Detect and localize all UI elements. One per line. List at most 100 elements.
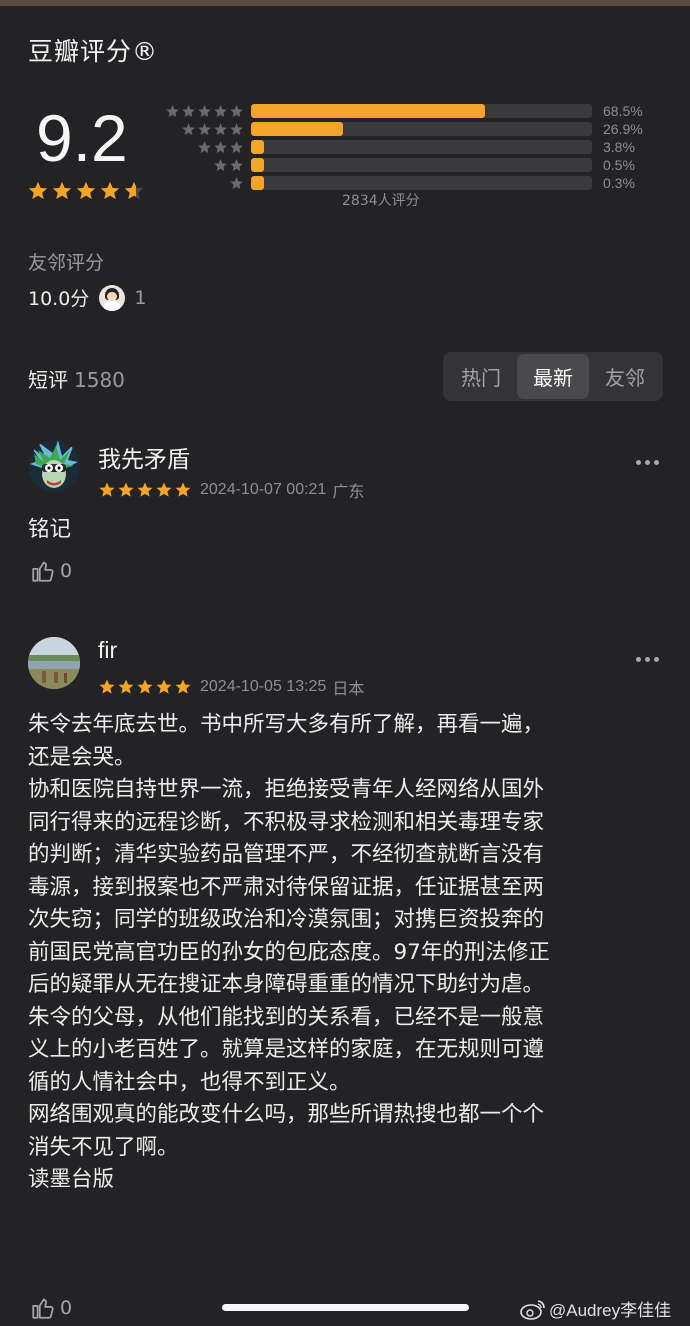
distribution-bar: [251, 122, 592, 136]
star-icon: [175, 679, 191, 694]
star-icon: [198, 122, 211, 135]
star-icon: [182, 104, 195, 117]
comment-location: 日本: [332, 681, 365, 698]
short-reviews-count: 1580: [74, 368, 125, 392]
distribution-percent: 3.8%: [603, 139, 635, 155]
weibo-icon: [520, 1299, 545, 1320]
distribution-stars: [162, 176, 244, 191]
distribution-bar-fill: [251, 140, 264, 154]
raters-count: 2834人评分: [342, 193, 420, 209]
review-sort-tabs: 热门 最新 友邻: [443, 352, 663, 401]
thumbs-up-icon: [32, 1298, 54, 1319]
comment-meta: 2024-10-07 00:21 广东: [98, 478, 364, 502]
star-icon: [118, 679, 134, 694]
star-icon: [156, 482, 172, 497]
star-icon: [198, 104, 211, 117]
star-icon: [52, 181, 72, 200]
score-stars: [27, 180, 145, 202]
distribution-percent: 68.5%: [603, 103, 643, 119]
rick-cartoon-avatar-icon[interactable]: [28, 440, 80, 492]
star-icon: [198, 140, 211, 153]
star-icon: [156, 679, 172, 694]
star-icon: [230, 176, 243, 189]
distribution-bar: [251, 176, 592, 190]
friends-rating-label: 友邻评分: [28, 252, 105, 274]
short-reviews-label: 短评: [28, 368, 68, 392]
distribution-bar: [251, 158, 592, 172]
distribution-row: 3.8%: [162, 138, 682, 156]
like-count: 0: [60, 1297, 73, 1319]
landscape-photo-avatar-icon[interactable]: [28, 637, 80, 689]
distribution-stars: [162, 122, 244, 137]
distribution-bar: [251, 140, 592, 154]
comment-stars: [98, 678, 192, 696]
distribution-percent: 0.3%: [603, 175, 635, 191]
star-icon: [76, 181, 96, 200]
rating-distribution: 68.5% 26.9% 3.8% 0.5% 0.3%: [162, 102, 682, 192]
distribution-stars: [162, 158, 244, 173]
tab-hot[interactable]: 热门: [445, 354, 517, 399]
distribution-stars: [162, 104, 244, 119]
thumbs-up-icon: [32, 561, 54, 582]
comment-author[interactable]: fir: [98, 637, 117, 664]
distribution-bar-fill: [251, 122, 343, 136]
star-icon: [100, 181, 120, 200]
like-button[interactable]: 0: [30, 1295, 72, 1321]
comment-author[interactable]: 我先矛盾: [98, 440, 190, 474]
distribution-row: 26.9%: [162, 120, 682, 138]
comment-stars: [98, 481, 192, 499]
star-icon: [230, 140, 243, 153]
distribution-row: 68.5%: [162, 102, 682, 120]
more-options-icon[interactable]: [636, 657, 659, 662]
distribution-bar-fill: [251, 104, 485, 118]
distribution-percent: 26.9%: [603, 121, 643, 137]
distribution-bar: [251, 104, 592, 118]
like-count: 0: [60, 560, 73, 582]
distribution-percent: 0.5%: [603, 157, 635, 173]
star-icon: [230, 158, 243, 171]
distribution-bar-fill: [251, 176, 264, 190]
star-icon: [124, 181, 144, 200]
like-button[interactable]: 0: [30, 558, 72, 584]
star-icon: [118, 482, 134, 497]
comment-text: 朱令去年底去世。书中所写大多有所了解，再看一遍， 还是会哭。 协和医院自持世界一…: [28, 712, 550, 1192]
friend-avatar[interactable]: [99, 284, 126, 311]
friends-score: 10.0分: [28, 288, 90, 310]
comment-item: fir 2024-10-05 13:25 日本 朱令去年底去世。书中所写大多有所…: [28, 637, 668, 1326]
star-icon: [99, 679, 115, 694]
distribution-row: 0.5%: [162, 156, 682, 174]
star-icon: [230, 122, 243, 135]
star-icon: [137, 482, 153, 497]
more-options-icon[interactable]: [636, 460, 659, 465]
friends-rating-row[interactable]: 10.0分 1: [28, 284, 146, 311]
star-icon: [175, 482, 191, 497]
friends-count: 1: [134, 286, 147, 309]
distribution-stars: [162, 140, 244, 155]
star-icon: [182, 122, 195, 135]
star-icon: [214, 122, 227, 135]
star-icon: [214, 140, 227, 153]
rating-score: 9.2: [36, 101, 128, 175]
star-icon: [230, 104, 243, 117]
distribution-row: 0.3%: [162, 174, 682, 192]
comment-location: 广东: [332, 484, 365, 501]
star-icon: [99, 482, 115, 497]
watermark: @Audrey李佳佳: [520, 1296, 671, 1321]
comment-date: 2024-10-07 00:21: [200, 481, 327, 498]
comment-date: 2024-10-05 13:25: [200, 678, 327, 695]
home-indicator[interactable]: [222, 1304, 469, 1311]
watermark-text: @Audrey李佳佳: [549, 1301, 672, 1320]
comment-text: 铭记: [28, 517, 72, 542]
comment-meta: 2024-10-05 13:25 日本: [98, 675, 364, 699]
short-reviews-header: 短评 1580: [28, 364, 125, 393]
status-strip: [0, 0, 690, 6]
star-icon: [28, 181, 48, 200]
distribution-bar-fill: [251, 158, 264, 172]
rating-title: 豆瓣评分®: [28, 37, 159, 66]
star-icon: [214, 158, 227, 171]
star-icon: [166, 104, 179, 117]
comment-item: 我先矛盾 2024-10-07 00:21 广东 铭记 0: [28, 440, 668, 600]
star-icon: [137, 679, 153, 694]
tab-friends[interactable]: 友邻: [589, 354, 661, 399]
tab-latest[interactable]: 最新: [517, 354, 589, 399]
